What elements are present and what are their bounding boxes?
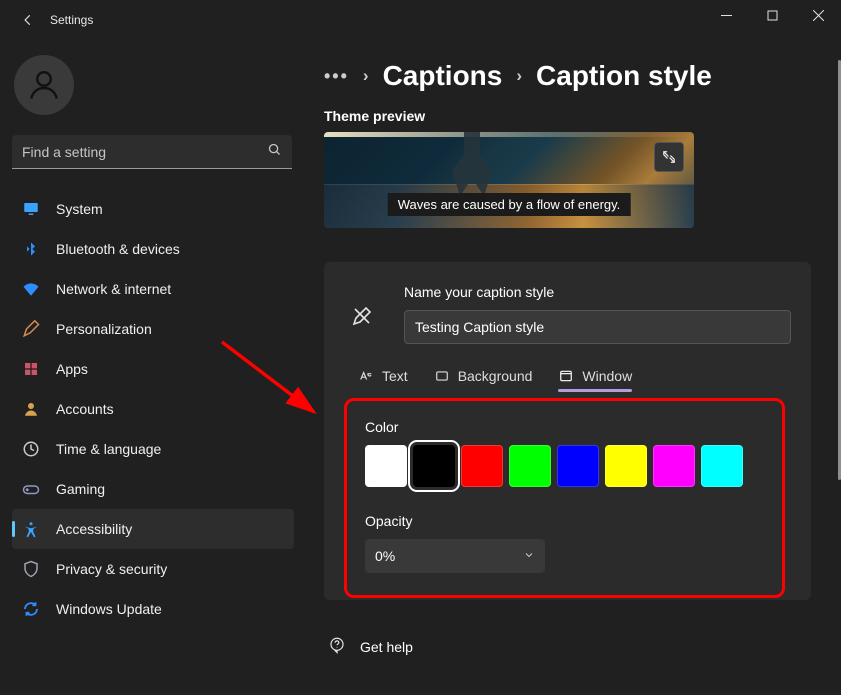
gaming-icon <box>22 480 40 498</box>
window-title: Settings <box>50 13 93 27</box>
system-icon <box>22 200 40 218</box>
time-language-icon <box>22 440 40 458</box>
personalize-icon <box>350 304 380 334</box>
tab-text[interactable]: Text <box>358 368 408 392</box>
window-color-panel-highlighted: Color Opacity 0% <box>344 398 785 598</box>
breadcrumb-captions[interactable]: Captions <box>383 60 503 92</box>
text-icon <box>358 368 374 384</box>
sidebar-item-system[interactable]: System <box>12 189 294 229</box>
sidebar-item-privacy[interactable]: Privacy & security <box>12 549 294 589</box>
title-bar: Settings <box>0 0 841 40</box>
color-label: Color <box>365 419 764 435</box>
avatar[interactable] <box>14 55 74 115</box>
tab-bar: Text Background Window <box>344 368 791 392</box>
background-icon <box>434 368 450 384</box>
sidebar-item-gaming[interactable]: Gaming <box>12 469 294 509</box>
sidebar-item-apps[interactable]: Apps <box>12 349 294 389</box>
search-input-field[interactable] <box>22 144 267 160</box>
accessibility-icon <box>22 520 40 538</box>
main-content: ••• › Captions › Caption style Theme pre… <box>300 40 841 695</box>
search-icon <box>267 142 282 162</box>
color-swatch-00ff00[interactable] <box>509 445 551 487</box>
name-style-label: Name your caption style <box>404 284 791 300</box>
chevron-down-icon <box>523 548 535 564</box>
color-swatch-ffff00[interactable] <box>605 445 647 487</box>
accounts-icon <box>22 400 40 418</box>
help-icon <box>328 636 346 657</box>
opacity-value: 0% <box>375 548 395 564</box>
color-swatch-000000[interactable] <box>413 445 455 487</box>
sidebar-item-accessibility[interactable]: Accessibility <box>12 509 294 549</box>
caption-style-card: Name your caption style Text Background … <box>324 262 811 600</box>
caption-style-name-input[interactable] <box>404 310 791 344</box>
sidebar-item-bluetooth[interactable]: Bluetooth & devices <box>12 229 294 269</box>
nav-menu: SystemBluetooth & devicesNetwork & inter… <box>12 189 294 629</box>
color-swatch-row <box>365 445 764 487</box>
apps-icon <box>22 360 40 378</box>
opacity-label: Opacity <box>365 513 764 529</box>
search-input[interactable] <box>12 135 292 169</box>
tab-window[interactable]: Window <box>558 368 632 392</box>
tab-background[interactable]: Background <box>434 368 533 392</box>
expand-preview-button[interactable] <box>654 142 684 172</box>
back-button[interactable] <box>14 6 42 34</box>
sidebar: SystemBluetooth & devicesNetwork & inter… <box>0 40 300 695</box>
theme-preview-label: Theme preview <box>324 108 811 124</box>
close-button[interactable] <box>795 0 841 30</box>
color-swatch-0000ff[interactable] <box>557 445 599 487</box>
network-icon <box>22 280 40 298</box>
bluetooth-icon <box>22 240 40 258</box>
personalization-icon <box>22 320 40 338</box>
windows-update-icon <box>22 600 40 618</box>
color-swatch-ff0000[interactable] <box>461 445 503 487</box>
theme-preview: Waves are caused by a flow of energy. <box>324 132 694 228</box>
color-swatch-00ffff[interactable] <box>701 445 743 487</box>
sidebar-item-network[interactable]: Network & internet <box>12 269 294 309</box>
window-icon <box>558 368 574 384</box>
chevron-right-icon: › <box>516 66 522 86</box>
sidebar-item-time-language[interactable]: Time & language <box>12 429 294 469</box>
sidebar-item-accounts[interactable]: Accounts <box>12 389 294 429</box>
breadcrumb: ••• › Captions › Caption style <box>324 60 811 92</box>
sidebar-item-personalization[interactable]: Personalization <box>12 309 294 349</box>
privacy-icon <box>22 560 40 578</box>
chevron-right-icon: › <box>363 66 369 86</box>
get-help-link[interactable]: Get help <box>328 636 811 657</box>
preview-caption-text: Waves are caused by a flow of energy. <box>388 193 631 216</box>
sidebar-item-windows-update[interactable]: Windows Update <box>12 589 294 629</box>
color-swatch-ff00ff[interactable] <box>653 445 695 487</box>
maximize-button[interactable] <box>749 0 795 30</box>
opacity-select[interactable]: 0% <box>365 539 545 573</box>
color-swatch-ffffff[interactable] <box>365 445 407 487</box>
breadcrumb-caption-style: Caption style <box>536 60 712 92</box>
minimize-button[interactable] <box>703 0 749 30</box>
breadcrumb-overflow[interactable]: ••• <box>324 66 349 87</box>
